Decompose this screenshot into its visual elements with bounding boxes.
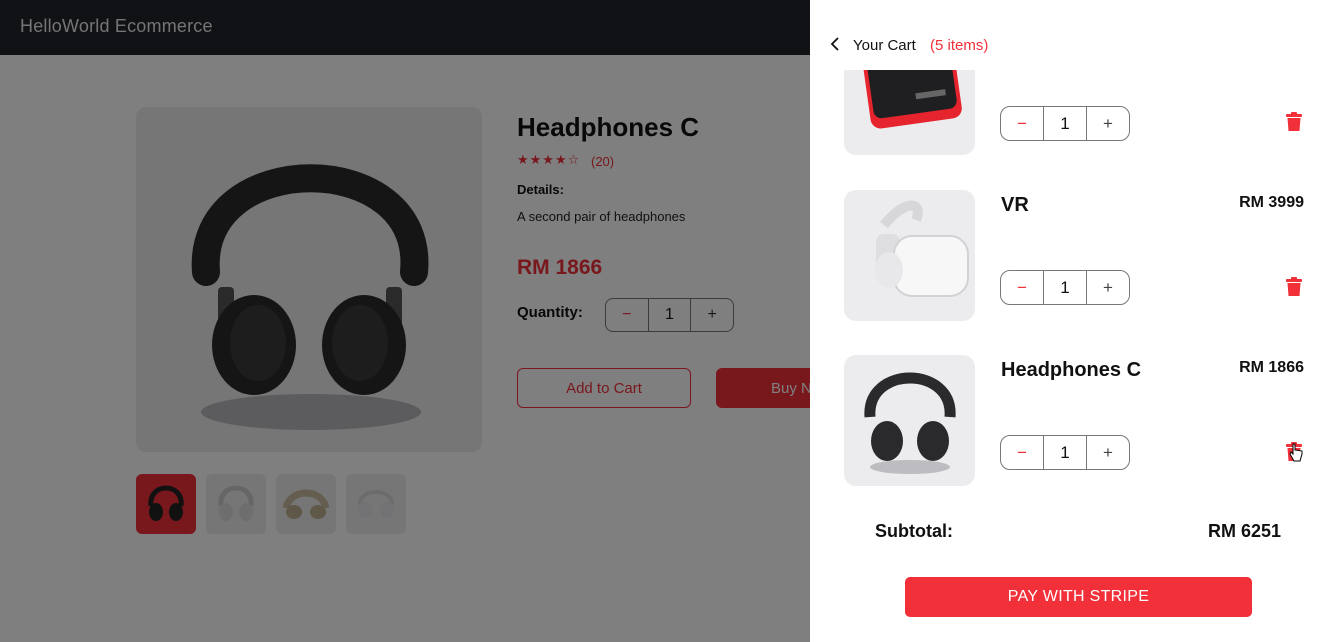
quantity-value: 1 <box>1043 271 1087 304</box>
trash-icon[interactable] <box>1285 277 1303 297</box>
cart-item-quantity-stepper: − 1 + <box>1000 270 1130 305</box>
increase-quantity-button[interactable]: + <box>1087 271 1129 304</box>
cart-item-name: VR <box>1001 194 1029 216</box>
cart-drawer: − 1 + VR RM 3999 − 1 + Headphones C RM 1… <box>810 0 1328 642</box>
cart-header: Your Cart (5 items) <box>810 0 1328 70</box>
cart-title: Your Cart <box>853 37 916 54</box>
chevron-left-icon[interactable] <box>828 34 844 54</box>
cart-item: VR RM 3999 − 1 + <box>810 190 1328 322</box>
increase-quantity-button[interactable]: + <box>1087 436 1129 469</box>
cart-item-image <box>844 190 975 321</box>
cart-item-price: RM 1866 <box>1239 359 1304 376</box>
decrease-quantity-button[interactable]: − <box>1001 436 1043 469</box>
cart-item-count: (5 items) <box>930 37 989 54</box>
decrease-quantity-button[interactable]: − <box>1001 271 1043 304</box>
cart-item-name: Headphones C <box>1001 359 1142 381</box>
subtotal-label: Subtotal: <box>875 521 953 541</box>
pointer-cursor-icon <box>1289 443 1303 463</box>
subtotal-value: RM 6251 <box>1207 521 1281 541</box>
cart-item: Headphones C RM 1866 − 1 + <box>810 355 1328 487</box>
cart-item-image <box>844 355 975 486</box>
pay-with-stripe-button[interactable]: PAY WITH STRIPE <box>905 577 1252 617</box>
quantity-value: 1 <box>1043 107 1087 140</box>
quantity-value: 1 <box>1043 436 1087 469</box>
cart-item-quantity-stepper: − 1 + <box>1000 435 1130 470</box>
trash-icon[interactable] <box>1285 112 1303 132</box>
cart-item-price: RM 3999 <box>1239 194 1304 211</box>
decrease-quantity-button[interactable]: − <box>1001 107 1043 140</box>
cart-item-quantity-stepper: − 1 + <box>1000 106 1130 141</box>
increase-quantity-button[interactable]: + <box>1087 107 1129 140</box>
